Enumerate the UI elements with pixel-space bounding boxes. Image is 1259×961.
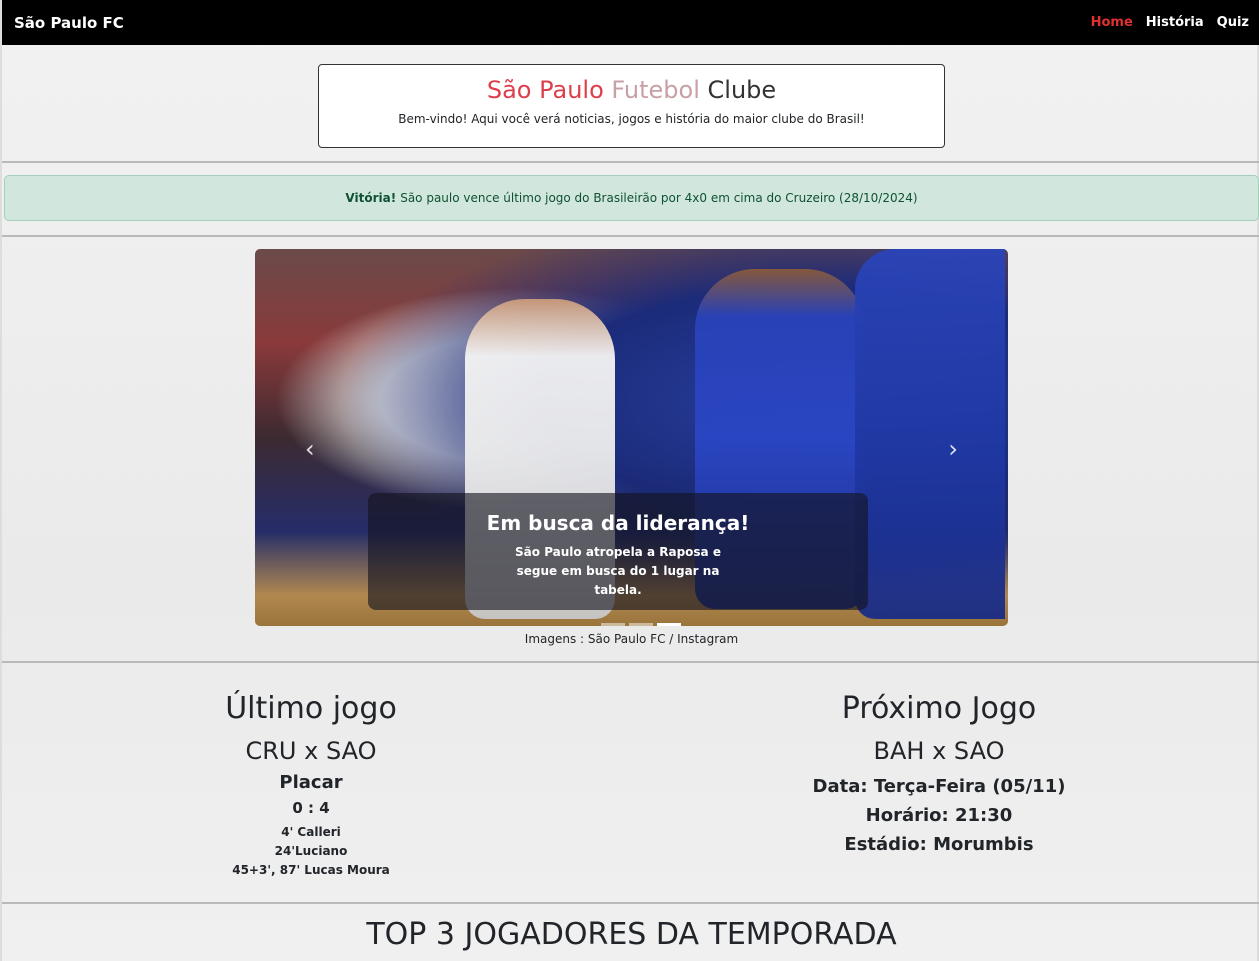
club-title-word-3: Futebol: [611, 76, 700, 104]
divider: [2, 661, 1259, 663]
next-game-heading: Próximo Jogo: [841, 691, 1037, 726]
image-credit: Imagens : São Paulo FC / Instagram: [524, 632, 739, 646]
carousel-indicator[interactable]: [629, 623, 653, 626]
chevron-left-icon[interactable]: ‹: [305, 435, 315, 463]
top3-heading: TOP 3 JOGADORES DA TEMPORADA: [366, 917, 897, 952]
goals-list: 4' Calleri 24'Luciano 45+3', 87' Lucas M…: [101, 823, 521, 880]
last-game-heading: Último jogo: [225, 691, 397, 726]
nav-link-home[interactable]: Home: [1091, 15, 1133, 30]
caption-title: Em busca da liderança!: [486, 511, 750, 535]
nav-link-historia[interactable]: História: [1146, 15, 1204, 30]
carousel-indicators: [601, 623, 681, 626]
score-label: Placar: [279, 772, 343, 793]
carousel-caption: Em busca da liderança! São Paulo atropel…: [368, 493, 868, 610]
last-game-section: Último jogo CRU x SAO Placar 0 : 4 4' Ca…: [101, 690, 521, 880]
carousel-indicator[interactable]: [601, 623, 625, 626]
next-game-stadium: Estádio: Morumbis: [844, 834, 1034, 855]
carousel-indicator-active[interactable]: [657, 623, 681, 626]
alert-strong: Vitória!: [345, 191, 397, 205]
nav-link-quiz[interactable]: Quiz: [1217, 15, 1249, 30]
divider: [2, 161, 1259, 163]
victory-alert: Vitória! São paulo vence último jogo do …: [4, 175, 1259, 221]
news-carousel[interactable]: ‹ › Em busca da liderança! São Paulo atr…: [255, 249, 1008, 626]
divider: [2, 902, 1259, 904]
goal-item: 24'Luciano: [274, 844, 348, 858]
welcome-subtitle: Bem-vindo! Aqui você verá noticias, jogo…: [398, 112, 865, 126]
next-game-section: Próximo Jogo BAH x SAO Data: Terça-Feira…: [729, 690, 1149, 859]
last-game-match: CRU x SAO: [245, 737, 377, 765]
club-title-word-2: Paulo: [539, 76, 604, 104]
player-blue-shape: [855, 249, 1005, 619]
chevron-right-icon[interactable]: ›: [948, 435, 958, 463]
welcome-header: São Paulo Futebol Clube Bem-vindo! Aqui …: [318, 64, 945, 148]
club-title-word-1: São: [486, 76, 532, 104]
alert-text: São paulo vence último jogo do Brasileir…: [400, 191, 918, 205]
caption-text: São Paulo atropela a Raposa e segue em b…: [515, 545, 721, 597]
navbar: São Paulo FC Home História Quiz: [2, 0, 1259, 45]
goal-item: 45+3', 87' Lucas Moura: [232, 863, 390, 877]
divider: [2, 235, 1259, 237]
goal-item: 4' Calleri: [281, 825, 341, 839]
next-game-date: Data: Terça-Feira (05/11): [812, 776, 1066, 797]
nav-links: Home História Quiz: [1091, 15, 1249, 30]
next-game-time: Horário: 21:30: [865, 805, 1013, 826]
club-title: São Paulo Futebol Clube: [319, 75, 944, 105]
next-game-match: BAH x SAO: [873, 737, 1005, 765]
navbar-brand[interactable]: São Paulo FC: [14, 14, 124, 32]
score-value: 0 : 4: [292, 799, 330, 817]
club-title-word-4: Clube: [707, 76, 777, 104]
